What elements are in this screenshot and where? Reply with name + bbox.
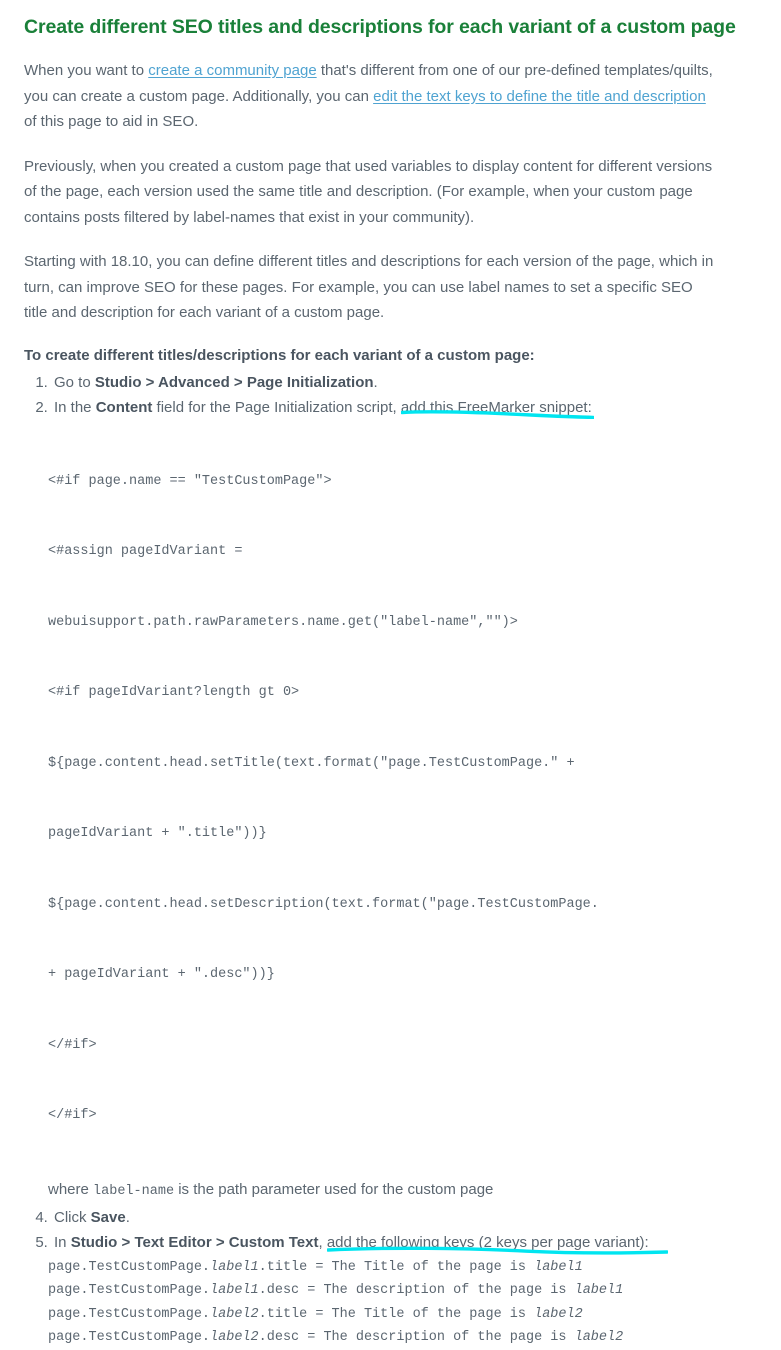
page-title: Create different SEO titles and descript… [24,16,736,38]
key-3-variant: label2 [210,1306,259,1322]
key-line-2: page.TestCustomPage.label1.desc = The de… [48,1279,708,1303]
step-4-bold-path: Studio > Text Editor > Custom Text [70,1233,319,1251]
step-1-bold-path: Studio > Advanced > Page Initialization [94,373,374,391]
document-page: Create different SEO titles and descript… [0,0,781,1350]
intro-text-part1: When you want to [24,62,149,79]
key-4-suffix: .desc = The description of the page is [258,1330,567,1345]
step-item-2-code: <#if page.name == "TestCustomPage"> <#as… [46,423,757,1203]
key-1-suffix: .title = The Title of the page is [258,1259,535,1275]
step-4-prefix: In [54,1233,71,1251]
previously-paragraph: Previously, when you created a custom pa… [24,157,713,226]
key-line-1: page.TestCustomPage.label1.title = The T… [48,1256,708,1280]
key-2-suffix: .desc = The description of the page is [258,1283,567,1298]
step-item-3: Click Save. [52,1206,757,1229]
step-1-suffix: . [373,373,378,391]
key-4-value-variant: label2 [574,1330,624,1345]
code-line-1: <#if page.name == "TestCustomPage"> [48,473,332,489]
code-line-5: ${page.content.head.setTitle(text.format… [48,755,575,771]
key-3-value-variant: label2 [534,1306,583,1322]
step-2-highlight-text: add this FreeMarker snippet: [400,398,592,416]
code-line-9: </#if> [48,1037,97,1053]
key-2-value-variant: label1 [574,1283,624,1298]
code-line-3: webuisupport.path.rawParameters.name.get… [48,614,518,630]
key-1-value-variant: label1 [534,1259,583,1275]
step-4-mid: , [318,1233,327,1251]
key-2-prefix: page.TestCustomPage. [48,1283,211,1298]
custom-text-keys-block: page.TestCustomPage.label1.title = The T… [48,1256,757,1350]
key-4-prefix: page.TestCustomPage. [48,1330,211,1345]
intro-paragraph: When you want to create a community page… [24,58,714,135]
step-2-bold-content: Content [95,398,153,416]
code-line-10: </#if> [48,1108,97,1123]
code-note: where label-name is the path parameter u… [48,1178,757,1203]
step-item-4: In Studio > Text Editor > Custom Text, a… [52,1231,757,1255]
code-line-6: pageIdVariant + ".title"))} [48,826,267,841]
key-3-suffix: .title = The Title of the page is [258,1306,535,1322]
freemarker-code-block: <#if page.name == "TestCustomPage"> <#as… [48,423,757,1175]
code-note-prefix: where [48,1180,94,1198]
code-note-suffix: is the path parameter used for the custo… [174,1180,494,1198]
code-line-2: <#assign pageIdVariant = [48,544,243,559]
step-3-text: Click Save. [54,1209,130,1226]
step-2-text: In the Content field for the Page Initia… [54,396,594,419]
key-line-3: page.TestCustomPage.label2.title = The T… [48,1303,708,1327]
step-2-highlighted-phrase: add this FreeMarker snippet: [400,396,594,419]
step-4-text: In Studio > Text Editor > Custom Text, a… [54,1231,668,1255]
key-4-variant: label2 [210,1330,259,1345]
steps-list: Go to Studio > Advanced > Page Initializ… [24,371,757,1350]
key-1-variant: label1 [210,1259,259,1275]
key-1-prefix: page.TestCustomPage. [48,1259,211,1275]
key-2-variant: label1 [210,1283,259,1298]
step-4-highlighted-phrase: add the following keys (2 keys per page … [326,1231,668,1255]
code-note-mono-token: label-name [93,1183,175,1199]
step-3-prefix: Click [54,1208,91,1226]
step-2-prefix: In the [54,398,96,416]
step-1-text: Go to Studio > Advanced > Page Initializ… [54,374,378,391]
step-4-highlight-text: add the following keys (2 keys per page … [326,1233,649,1251]
intro-text-part3: of this page to aid in SEO. [24,113,199,130]
link-edit-text-keys[interactable]: edit the text keys to define the title a… [373,88,706,105]
step-1-prefix: Go to [54,373,95,391]
code-line-7: ${page.content.head.setDescription(text.… [48,896,599,912]
code-line-8: + pageIdVariant + ".desc"))} [48,967,275,982]
step-item-2: In the Content field for the Page Initia… [52,396,757,419]
steps-intro: To create different titles/descriptions … [24,346,535,364]
step-2-mid: field for the Page Initialization script… [152,398,401,416]
key-line-4: page.TestCustomPage.label2.desc = The de… [48,1326,708,1350]
step-item-1: Go to Studio > Advanced > Page Initializ… [52,371,757,394]
link-create-community-page[interactable]: create a community page [148,62,316,79]
step-3-bold-save: Save [90,1208,126,1226]
starting-with-paragraph: Starting with 18.10, you can define diff… [24,253,714,321]
code-line-4: <#if pageIdVariant?length gt 0> [48,685,300,700]
step-item-4-keys: page.TestCustomPage.label1.title = The T… [46,1256,757,1350]
key-3-prefix: page.TestCustomPage. [48,1306,211,1322]
step-3-suffix: . [125,1208,130,1226]
